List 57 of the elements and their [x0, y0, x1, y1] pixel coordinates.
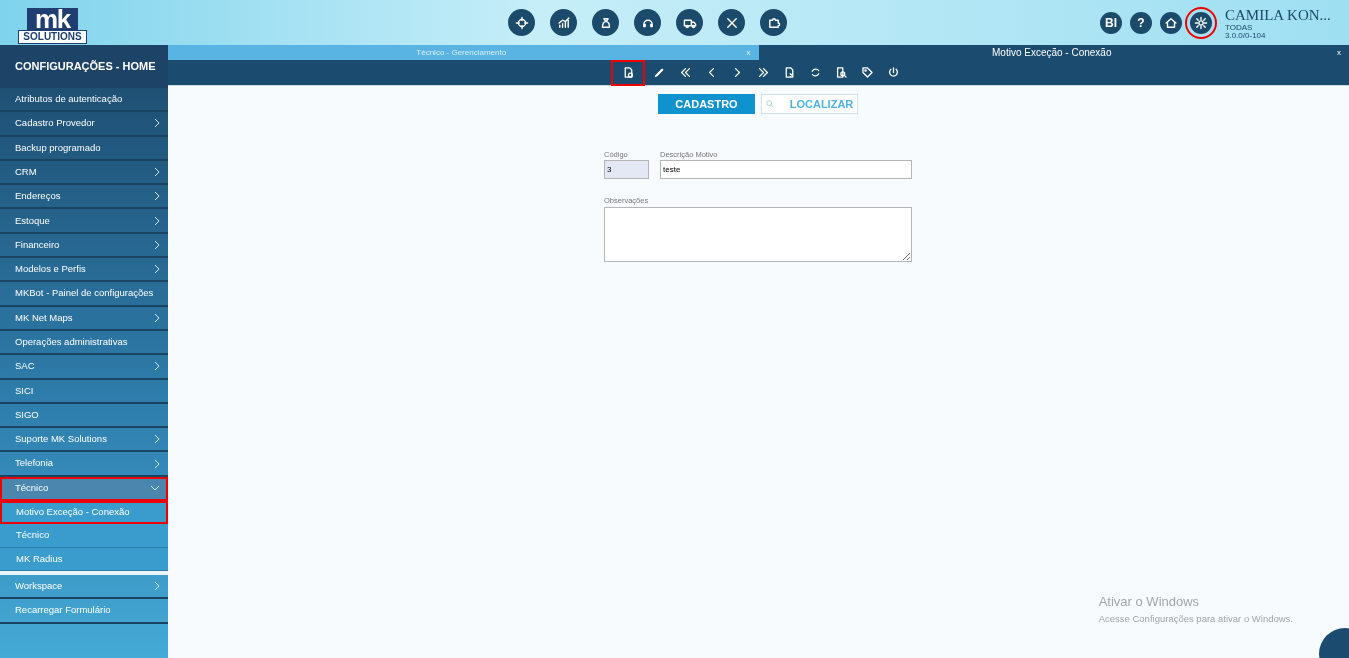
- module-button[interactable]: [592, 9, 619, 36]
- header-icon-button[interactable]: [1160, 11, 1182, 34]
- sidebar-title: CONFIGURAÇÕES - HOME: [0, 45, 168, 88]
- sidebar-item[interactable]: SAC: [0, 355, 168, 380]
- code-field[interactable]: 3: [604, 160, 649, 180]
- sidebar-subitem[interactable]: Técnico: [0, 524, 168, 548]
- sidebar-item[interactable]: Workspace: [0, 574, 168, 600]
- sidebar-item[interactable]: MKBot - Painel de configurações: [0, 282, 168, 307]
- module-button[interactable]: [550, 9, 577, 36]
- logo-text: SOLUTIONS: [18, 29, 87, 44]
- toolbar-button[interactable]: [613, 61, 643, 84]
- sidebar-item[interactable]: SIGO: [0, 403, 168, 429]
- sidebar-item[interactable]: Recarregar Formulário: [0, 599, 168, 624]
- window-tab[interactable]: Motivo Exceção - Conexão x: [758, 45, 1349, 60]
- crosshair-icon: [514, 15, 529, 30]
- description-field[interactable]: teste: [660, 160, 912, 180]
- close-tab-button[interactable]: x: [1337, 46, 1341, 59]
- form-tab[interactable]: CADASTRO: [658, 94, 755, 114]
- double-left-chevron-icon: [678, 66, 692, 79]
- company-label: TODAS: [1225, 23, 1254, 32]
- module-button[interactable]: [676, 9, 703, 36]
- sidebar-item[interactable]: Backup programado: [0, 136, 168, 161]
- double-right-chevron-icon: [756, 66, 770, 79]
- logo-mark: mk: [27, 7, 78, 30]
- sidebar-item[interactable]: SICI: [0, 379, 168, 404]
- module-button[interactable]: [718, 9, 745, 36]
- sidebar-item[interactable]: Endereços: [0, 185, 168, 210]
- user-name[interactable]: CAMILA KON...: [1225, 5, 1343, 24]
- settings-icon: [1194, 15, 1208, 30]
- sidebar-subitem[interactable]: MK Radius: [0, 547, 168, 571]
- home-icon: [1164, 15, 1178, 30]
- sidebar-item[interactable]: Suporte MK Solutions: [0, 428, 168, 453]
- activation-title: Ativar o Windows: [1098, 593, 1201, 612]
- header-button[interactable]: ?: [1130, 11, 1152, 34]
- sidebar-item[interactable]: Técnico: [0, 476, 168, 502]
- sidebar-item[interactable]: CRM: [0, 160, 168, 186]
- sidebar-item[interactable]: Financeiro: [0, 233, 168, 259]
- pencil-icon: [652, 66, 666, 79]
- module-button[interactable]: [634, 9, 661, 36]
- sidebar-item[interactable]: Estoque: [0, 209, 168, 234]
- module-button[interactable]: [508, 9, 535, 36]
- power-icon: [886, 66, 900, 79]
- version-label: 3.0.0/0-104: [1225, 31, 1267, 40]
- header-button[interactable]: BI: [1100, 11, 1122, 34]
- sidebar-item[interactable]: Cadastro Provedor: [0, 112, 168, 137]
- search-icon: [765, 100, 774, 108]
- search-document-icon: [834, 66, 848, 79]
- sidebar-item[interactable]: MK Net Maps: [0, 306, 168, 331]
- sidebar-item[interactable]: Operações administrativas: [0, 330, 168, 356]
- module-button[interactable]: [760, 9, 787, 36]
- chart-icon: [556, 15, 571, 30]
- observations-field[interactable]: [604, 206, 912, 262]
- sidebar-subitem[interactable]: Motivo Exceção - Conexão: [0, 501, 168, 525]
- sidebar-item[interactable]: Modelos e Perfis: [0, 258, 168, 283]
- sidebar-item[interactable]: Atributos de autenticação: [0, 88, 168, 113]
- tag-icon: [860, 66, 874, 79]
- activation-text: Acesse Configurações para ativar o Windows.: [1098, 611, 1293, 626]
